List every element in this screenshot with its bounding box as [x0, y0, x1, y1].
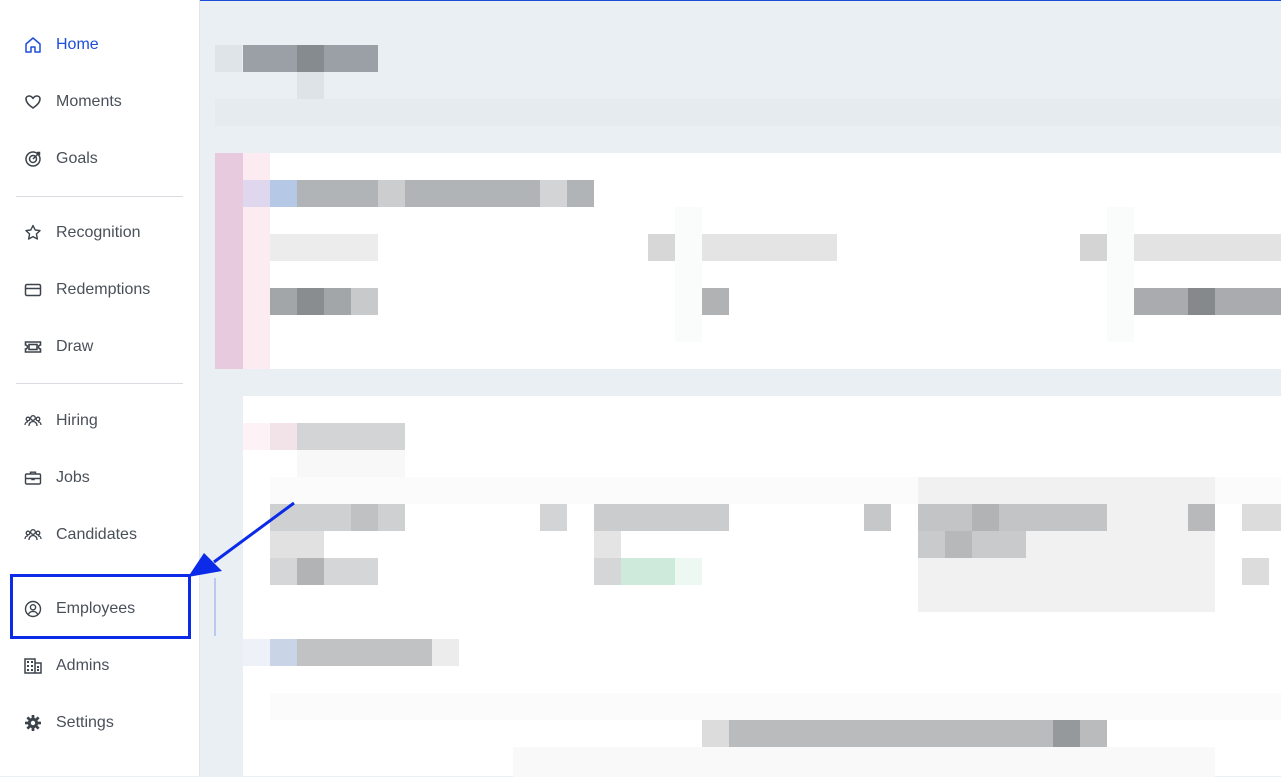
pixel-band [215, 99, 1281, 126]
pixelated-section-title [297, 639, 432, 666]
star-badge-icon [23, 223, 43, 243]
pixel-block [270, 531, 324, 558]
pixel-block [540, 504, 567, 531]
pixel-block [1188, 504, 1215, 531]
pixelated-table-cell [270, 504, 405, 531]
pixel-block [972, 504, 999, 531]
pixel-block [540, 180, 567, 207]
pixel-block [378, 180, 405, 207]
sidebar-item-home[interactable]: Home [16, 25, 184, 65]
pixel-block [648, 234, 675, 261]
main-content-pixelated [200, 1, 1281, 777]
pixelated-table-cell [918, 504, 1107, 531]
pixelated-table-cell [270, 558, 378, 585]
sidebar-item-label: Recognition [56, 224, 141, 241]
pixel-block [297, 288, 324, 315]
sidebar-item-label: Goals [56, 150, 98, 167]
pixelated-card-accent [215, 153, 243, 369]
pixelated-label [702, 234, 837, 261]
pixel-block [432, 639, 459, 666]
pixel-block [945, 531, 972, 558]
pixel-block [702, 720, 729, 747]
building-icon [23, 656, 43, 676]
pixel-block [243, 180, 270, 207]
users-icon [23, 525, 43, 545]
pixelated-table-cell [918, 531, 1026, 558]
sidebar-item-hiring[interactable]: Hiring [16, 401, 184, 441]
pixel-block [1242, 558, 1269, 585]
sidebar-item-goals[interactable]: Goals [16, 139, 184, 179]
pixel-block [297, 72, 324, 99]
pixel-block [215, 45, 242, 72]
sidebar-divider [16, 196, 183, 197]
ticket-icon [23, 337, 43, 357]
pixel-block [1188, 288, 1215, 315]
users-icon [23, 411, 43, 431]
target-icon [23, 149, 43, 169]
sidebar-item-label: Draw [56, 338, 94, 355]
pixel-block [1107, 207, 1134, 342]
sidebar-item-label: Moments [56, 93, 122, 110]
sidebar-item-label: Home [56, 36, 99, 53]
pixel-block [270, 180, 297, 207]
sidebar-item-candidates[interactable]: Candidates [16, 515, 184, 555]
sidebar-item-label: Settings [56, 714, 114, 731]
sidebar-item-draw[interactable]: Draw [16, 327, 184, 367]
pixel-block [594, 531, 621, 558]
pixel-block [270, 639, 297, 666]
pixelated-label [270, 234, 378, 261]
pixelated-card-title [297, 423, 405, 450]
sidebar-item-label: Candidates [56, 526, 137, 543]
pixelated-status-badge [621, 558, 675, 585]
sidebar-item-jobs[interactable]: Jobs [16, 458, 184, 498]
pixel-block [270, 423, 297, 450]
pixel-block [864, 504, 891, 531]
pixelated-row-text [702, 720, 1107, 747]
credit-card-icon [23, 280, 43, 300]
briefcase-icon [23, 468, 43, 488]
pixel-block [1053, 720, 1080, 747]
pixel-block [297, 45, 324, 72]
pixel-block [1242, 504, 1281, 531]
sidebar-item-recognition[interactable]: Recognition [16, 213, 184, 253]
pixel-block [351, 288, 378, 315]
pixel-block [675, 558, 702, 585]
sidebar-item-admins[interactable]: Admins [16, 646, 184, 686]
pixel-band [270, 693, 1281, 720]
home-icon [23, 35, 43, 55]
pixel-band [513, 747, 1215, 777]
pixelated-table-cell [594, 504, 729, 531]
pixel-block [297, 558, 324, 585]
gear-icon [23, 713, 43, 733]
sidebar-item-label: Redemptions [56, 281, 151, 298]
pixelated-label [1134, 234, 1281, 261]
annotation-highlight-box [10, 574, 191, 639]
sidebar-item-label: Admins [56, 657, 110, 674]
pixel-block [675, 207, 702, 342]
pixel-block [297, 450, 405, 477]
pixel-block [594, 558, 621, 585]
heart-icon [23, 92, 43, 112]
sidebar-item-label: Hiring [56, 412, 98, 429]
sidebar-item-moments[interactable]: Moments [16, 82, 184, 122]
sidebar-item-settings[interactable]: Settings [16, 703, 184, 743]
pixel-block [351, 504, 378, 531]
sidebar-item-label: Jobs [56, 469, 90, 486]
pixel-block [702, 288, 729, 315]
sidebar: Home Moments Goals Recognition Redemptio… [0, 0, 200, 776]
sidebar-item-redemptions[interactable]: Redemptions [16, 270, 184, 310]
sidebar-divider [16, 383, 183, 384]
pixel-block [243, 639, 270, 666]
pixel-block [1080, 234, 1107, 261]
pixel-block [243, 423, 270, 450]
